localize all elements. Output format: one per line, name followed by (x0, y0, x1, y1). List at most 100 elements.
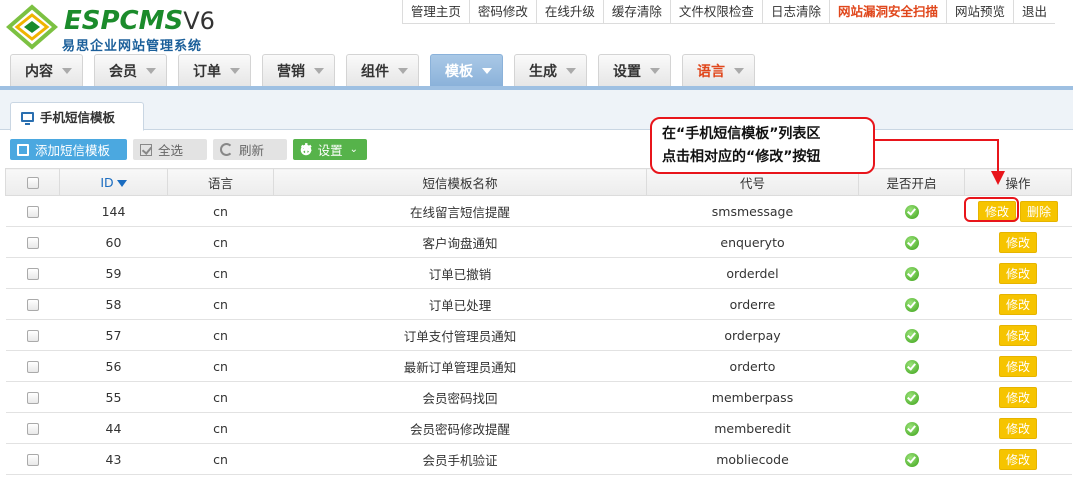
row-enabled[interactable] (858, 350, 965, 382)
top-link-security-scan[interactable]: 网站漏洞安全扫描 (828, 0, 946, 24)
row-template-name: 客户询盘通知 (273, 226, 647, 258)
row-code: memberpass (646, 381, 859, 413)
checkbox[interactable] (26, 423, 39, 435)
chevron-down-icon (566, 67, 576, 74)
checkbox[interactable] (26, 361, 39, 373)
checkbox[interactable] (26, 268, 39, 280)
chevron-down-icon (398, 67, 408, 74)
row-enabled[interactable] (858, 412, 965, 444)
row-select[interactable] (5, 319, 60, 351)
checkbox[interactable] (26, 392, 39, 404)
select-all-button[interactable]: 全选 (133, 139, 207, 160)
row-enabled[interactable] (858, 443, 965, 475)
top-link-upgrade[interactable]: 在线升级 (535, 0, 603, 24)
enabled-check-icon[interactable] (904, 297, 919, 312)
header-select-all[interactable] (5, 168, 60, 196)
delete-button[interactable]: 删除 (1020, 200, 1059, 222)
refresh-button[interactable]: 刷新 (213, 139, 287, 160)
row-enabled[interactable] (858, 195, 965, 227)
nav-member[interactable]: 会员 (94, 54, 167, 86)
row-select[interactable] (5, 257, 60, 289)
row-enabled[interactable] (858, 288, 965, 320)
top-link-password[interactable]: 密码修改 (468, 0, 536, 24)
gear-icon (300, 140, 312, 158)
row-lang: cn (167, 350, 274, 382)
row-lang: cn (167, 195, 274, 227)
table-row: 144 cn 在线留言短信提醒 smsmessage 修改 删除 (5, 195, 1072, 227)
enabled-check-icon[interactable] (904, 266, 919, 281)
row-select[interactable] (5, 412, 60, 444)
row-lang: cn (167, 226, 274, 258)
checkbox[interactable] (26, 206, 39, 218)
settings-label: 设置 (317, 143, 343, 158)
row-enabled[interactable] (858, 257, 965, 289)
enabled-check-icon[interactable] (904, 452, 919, 467)
top-link-cache[interactable]: 缓存清除 (602, 0, 670, 24)
settings-dropdown-button[interactable]: 设置 ⌄ (293, 139, 367, 160)
enabled-check-icon[interactable] (904, 359, 919, 374)
annotation-arrow (875, 139, 1005, 185)
row-select[interactable] (5, 443, 60, 475)
enabled-check-icon[interactable] (904, 421, 919, 436)
row-enabled[interactable] (858, 319, 965, 351)
edit-button[interactable]: 修改 (998, 386, 1037, 408)
edit-button[interactable]: 修改 (998, 262, 1037, 284)
nav-content[interactable]: 内容 (10, 54, 83, 86)
nav-marketing[interactable]: 营销 (262, 54, 335, 86)
enabled-check-icon[interactable] (904, 390, 919, 405)
enabled-check-icon[interactable] (904, 328, 919, 343)
tab-label: 手机短信模板 (40, 110, 116, 125)
top-link-preview[interactable]: 网站预览 (945, 0, 1013, 24)
row-select[interactable] (5, 350, 60, 382)
edit-button[interactable]: 修改 (998, 448, 1037, 470)
nav-generate[interactable]: 生成 (514, 54, 587, 86)
edit-button[interactable]: 修改 (998, 324, 1037, 346)
row-id: 44 (59, 412, 168, 444)
row-actions: 修改 (964, 443, 1072, 475)
add-sms-template-button[interactable]: 添加短信模板 (10, 139, 127, 160)
logo-mark-icon (6, 4, 58, 50)
select-all-label: 全选 (158, 143, 184, 158)
row-select[interactable] (5, 195, 60, 227)
checkbox[interactable] (26, 237, 39, 249)
checkbox[interactable] (26, 454, 39, 466)
edit-button[interactable]: 修改 (998, 355, 1037, 377)
table-row: 43 cn 会员手机验证 mobliecode 修改 (5, 443, 1072, 475)
annotation-line-1: 在“手机短信模板”列表区 (662, 126, 821, 142)
row-id: 59 (59, 257, 168, 289)
row-actions: 修改 (964, 226, 1072, 258)
nav-language[interactable]: 语言 (682, 54, 755, 86)
header-id-label: ID (100, 174, 114, 190)
row-code: orderpay (646, 319, 859, 351)
sub-tab-bar (0, 90, 1073, 130)
top-link-permissions[interactable]: 文件权限检查 (669, 0, 762, 24)
row-code: orderdel (646, 257, 859, 289)
nav-settings[interactable]: 设置 (598, 54, 671, 86)
top-link-home[interactable]: 管理主页 (401, 0, 469, 24)
nav-component[interactable]: 组件 (346, 54, 419, 86)
tab-sms-template[interactable]: 手机短信模板 (10, 102, 144, 131)
top-link-logout[interactable]: 退出 (1012, 0, 1055, 24)
header-id[interactable]: ID (59, 168, 168, 196)
nav-order[interactable]: 订单 (178, 54, 251, 86)
nav-template[interactable]: 模板 (430, 54, 503, 86)
checkbox[interactable] (26, 299, 39, 311)
edit-button[interactable]: 修改 (998, 293, 1037, 315)
enabled-check-icon[interactable] (904, 204, 919, 219)
row-id: 58 (59, 288, 168, 320)
row-actions: 修改 (964, 319, 1072, 351)
edit-button[interactable]: 修改 (998, 417, 1037, 439)
row-enabled[interactable] (858, 226, 965, 258)
table-row: 58 cn 订单已处理 orderre 修改 (5, 288, 1072, 320)
checkbox-icon (140, 143, 152, 156)
checkbox[interactable] (26, 330, 39, 342)
row-select[interactable] (5, 226, 60, 258)
top-link-logs[interactable]: 日志清除 (761, 0, 829, 24)
checkbox[interactable] (26, 177, 39, 189)
row-select[interactable] (5, 381, 60, 413)
nav-label: 设置 (613, 63, 641, 80)
enabled-check-icon[interactable] (904, 235, 919, 250)
row-select[interactable] (5, 288, 60, 320)
edit-button[interactable]: 修改 (998, 231, 1037, 253)
row-enabled[interactable] (858, 381, 965, 413)
